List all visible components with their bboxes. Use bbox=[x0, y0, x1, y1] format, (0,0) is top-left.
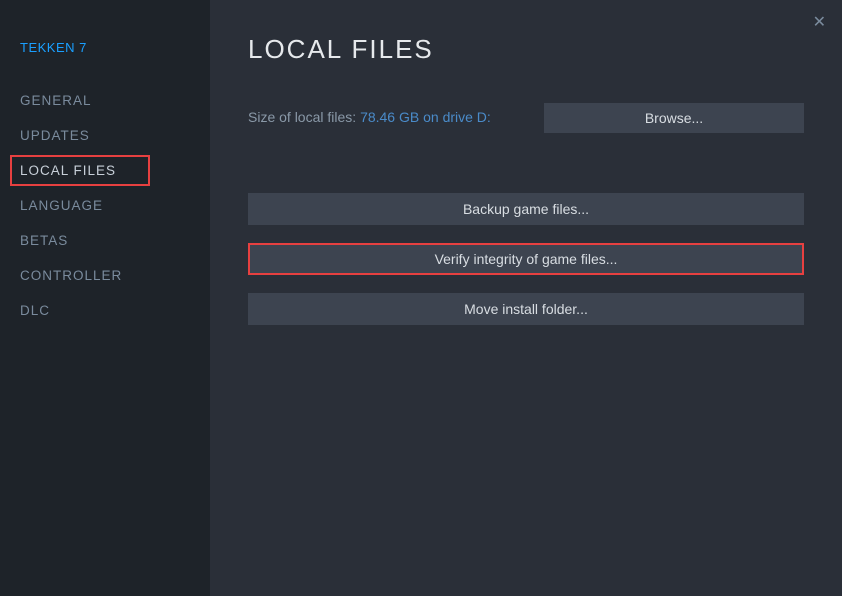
sidebar-item-updates[interactable]: UPDATES bbox=[20, 120, 210, 151]
size-label: Size of local files: bbox=[248, 109, 360, 125]
verify-integrity-button[interactable]: Verify integrity of game files... bbox=[248, 243, 804, 275]
size-info: Size of local files: 78.46 GB on drive D… bbox=[248, 109, 491, 127]
close-button[interactable]: ✕ bbox=[809, 8, 830, 36]
sidebar-item-general[interactable]: GENERAL bbox=[20, 85, 210, 116]
sidebar-item-dlc[interactable]: DLC bbox=[20, 295, 210, 326]
backup-button[interactable]: Backup game files... bbox=[248, 193, 804, 225]
move-install-button[interactable]: Move install folder... bbox=[248, 293, 804, 325]
sidebar: TEKKEN 7 GENERAL UPDATES LOCAL FILES LAN… bbox=[0, 0, 210, 596]
size-value: 78.46 GB on drive D: bbox=[360, 109, 491, 125]
sidebar-item-local-files[interactable]: LOCAL FILES bbox=[10, 155, 150, 186]
game-title: TEKKEN 7 bbox=[20, 40, 210, 55]
close-icon: ✕ bbox=[813, 14, 826, 31]
page-title: LOCAL FILES bbox=[248, 34, 804, 65]
browse-button[interactable]: Browse... bbox=[544, 103, 804, 133]
sidebar-item-language[interactable]: LANGUAGE bbox=[20, 190, 210, 221]
sidebar-item-betas[interactable]: BETAS bbox=[20, 225, 210, 256]
main-panel: ✕ LOCAL FILES Size of local files: 78.46… bbox=[210, 0, 842, 596]
sidebar-item-controller[interactable]: CONTROLLER bbox=[20, 260, 210, 291]
size-row: Size of local files: 78.46 GB on drive D… bbox=[248, 103, 804, 133]
